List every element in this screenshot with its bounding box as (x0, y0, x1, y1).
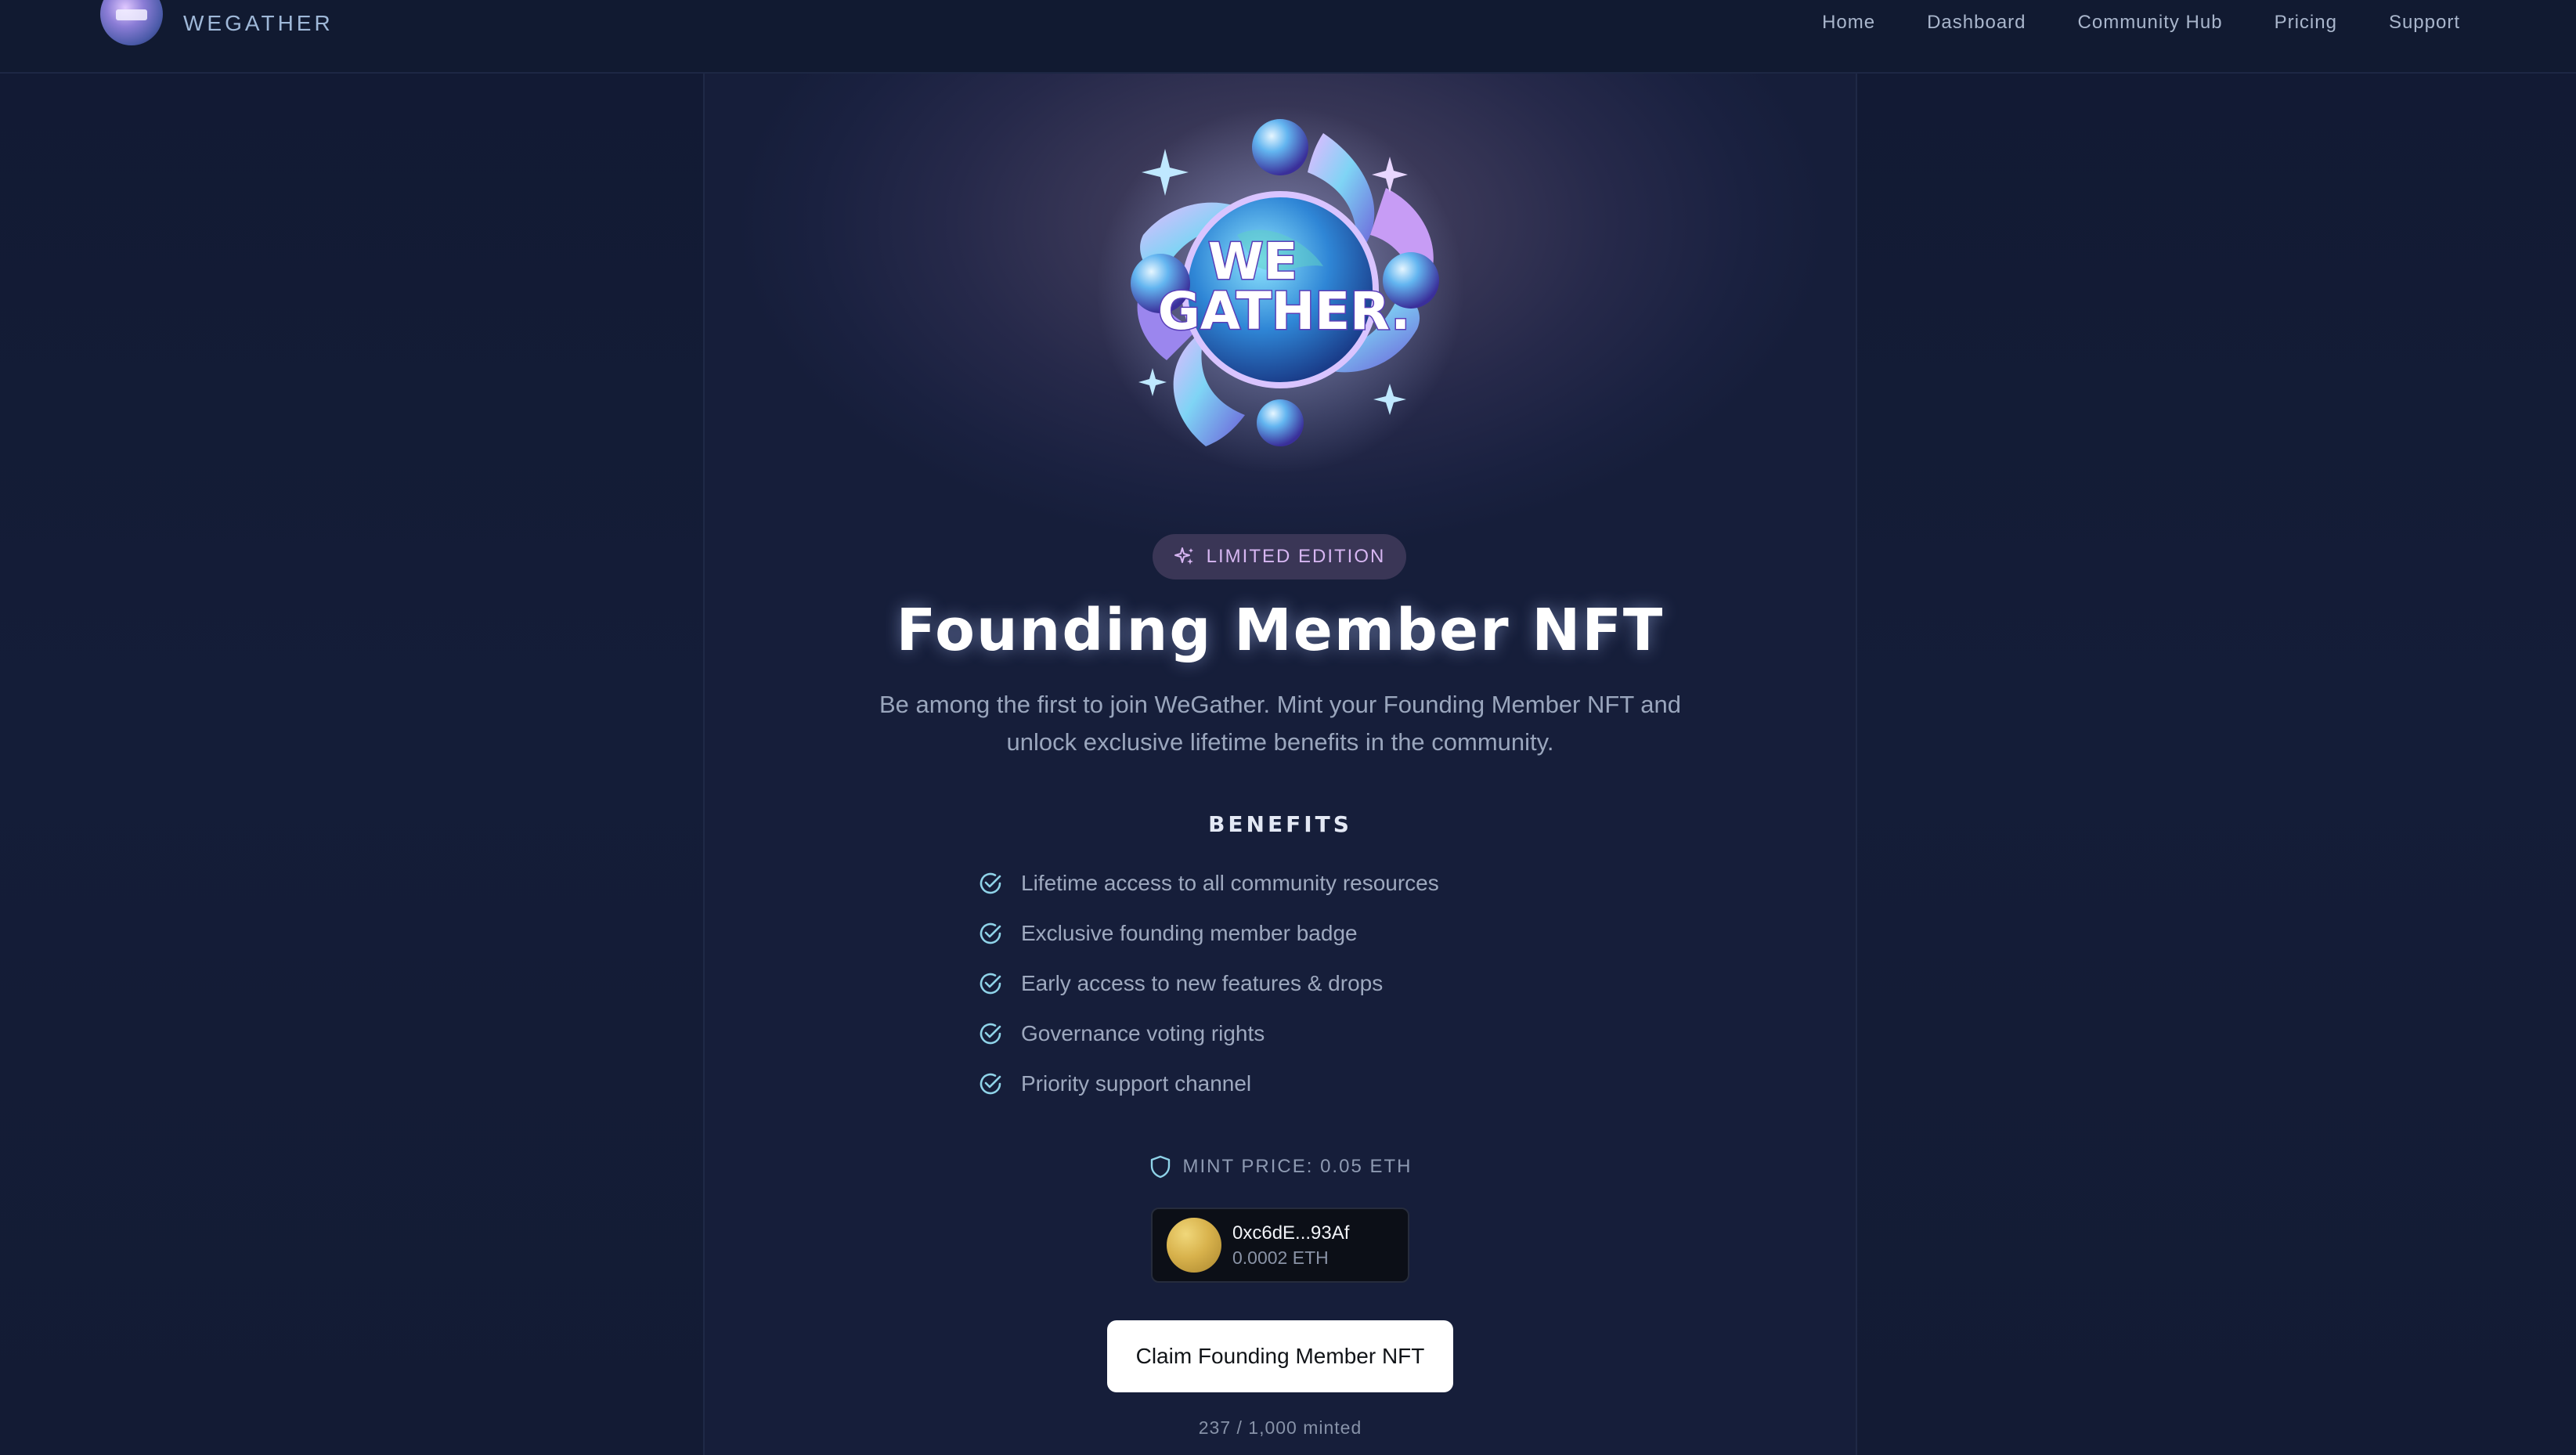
hero-logo-graphic: WE GATHER. (1096, 106, 1464, 474)
nav-link-pricing[interactable]: Pricing (2275, 12, 2337, 34)
brand[interactable]: WEGATHER (100, 0, 334, 47)
benefit-text: Early access to new features & drops (1021, 971, 1384, 995)
check-circle-icon (980, 922, 1001, 944)
wallet-info: 0xc6dE...93Af 0.0002 ETH (1232, 1222, 1349, 1269)
mint-price: MINT PRICE: 0.05 ETH (703, 1154, 1857, 1179)
benefit-text: Priority support channel (1021, 1071, 1252, 1096)
brand-name[interactable]: WEGATHER (183, 11, 334, 36)
minted-count: 237 / 1,000 minted (1198, 1417, 1362, 1438)
mint-price-label: MINT PRICE: 0.05 ETH (1182, 1156, 1412, 1177)
benefit-item: Governance voting rights (977, 1009, 1604, 1059)
wallet-button[interactable]: 0xc6dE...93Af 0.0002 ETH (1151, 1208, 1409, 1283)
benefit-item: Lifetime access to all community resourc… (977, 858, 1604, 908)
nav-link-community-hub[interactable]: Community Hub (2078, 12, 2223, 34)
page-description: Be among the first to join WeGather. Min… (879, 691, 1682, 756)
wallet-balance: 0.0002 ETH (1232, 1247, 1329, 1268)
page: WEGATHER Home Dashboard Community Hub Pr… (0, 0, 2576, 1455)
limited-edition-badge: LIMITED EDITION (1153, 534, 1406, 579)
page-title: Founding Member NFT (896, 597, 1665, 664)
benefit-text: Lifetime access to all community resourc… (1021, 871, 1439, 895)
navbar: WEGATHER Home Dashboard Community Hub Pr… (0, 0, 2576, 74)
hero-logo: WE GATHER. (1088, 102, 1472, 478)
check-circle-icon (980, 1073, 1001, 1095)
benefits-list: Lifetime access to all community resourc… (977, 858, 1604, 1109)
benefit-item: Priority support channel (977, 1059, 1604, 1109)
check-circle-icon (980, 872, 1001, 894)
benefit-text: Exclusive founding member badge (1021, 921, 1358, 945)
sparkles-icon (1174, 547, 1193, 565)
check-circle-icon (980, 973, 1001, 995)
nav-link-home[interactable]: Home (1822, 12, 1875, 34)
nav-link-dashboard[interactable]: Dashboard (1927, 12, 2026, 34)
nav-link-support[interactable]: Support (2389, 12, 2460, 34)
benefit-text: Governance voting rights (1021, 1021, 1265, 1045)
shield-icon (1150, 1155, 1170, 1179)
benefits-title: BENEFITS (1208, 811, 1352, 837)
wallet-address: 0xc6dE...93Af (1232, 1222, 1350, 1244)
hero-logo-text-gather: GATHER. (1158, 281, 1411, 341)
brand-logo[interactable] (100, 0, 163, 45)
benefit-item: Exclusive founding member badge (977, 908, 1604, 959)
nav-links: Home Dashboard Community Hub Pricing Sup… (1822, 0, 2460, 45)
wallet-avatar (1167, 1218, 1221, 1273)
claim-nft-button[interactable]: Claim Founding Member NFT (1107, 1320, 1453, 1392)
benefit-item: Early access to new features & drops (977, 959, 1604, 1009)
check-circle-icon (980, 1023, 1001, 1045)
badge-label: LIMITED EDITION (1206, 546, 1386, 567)
